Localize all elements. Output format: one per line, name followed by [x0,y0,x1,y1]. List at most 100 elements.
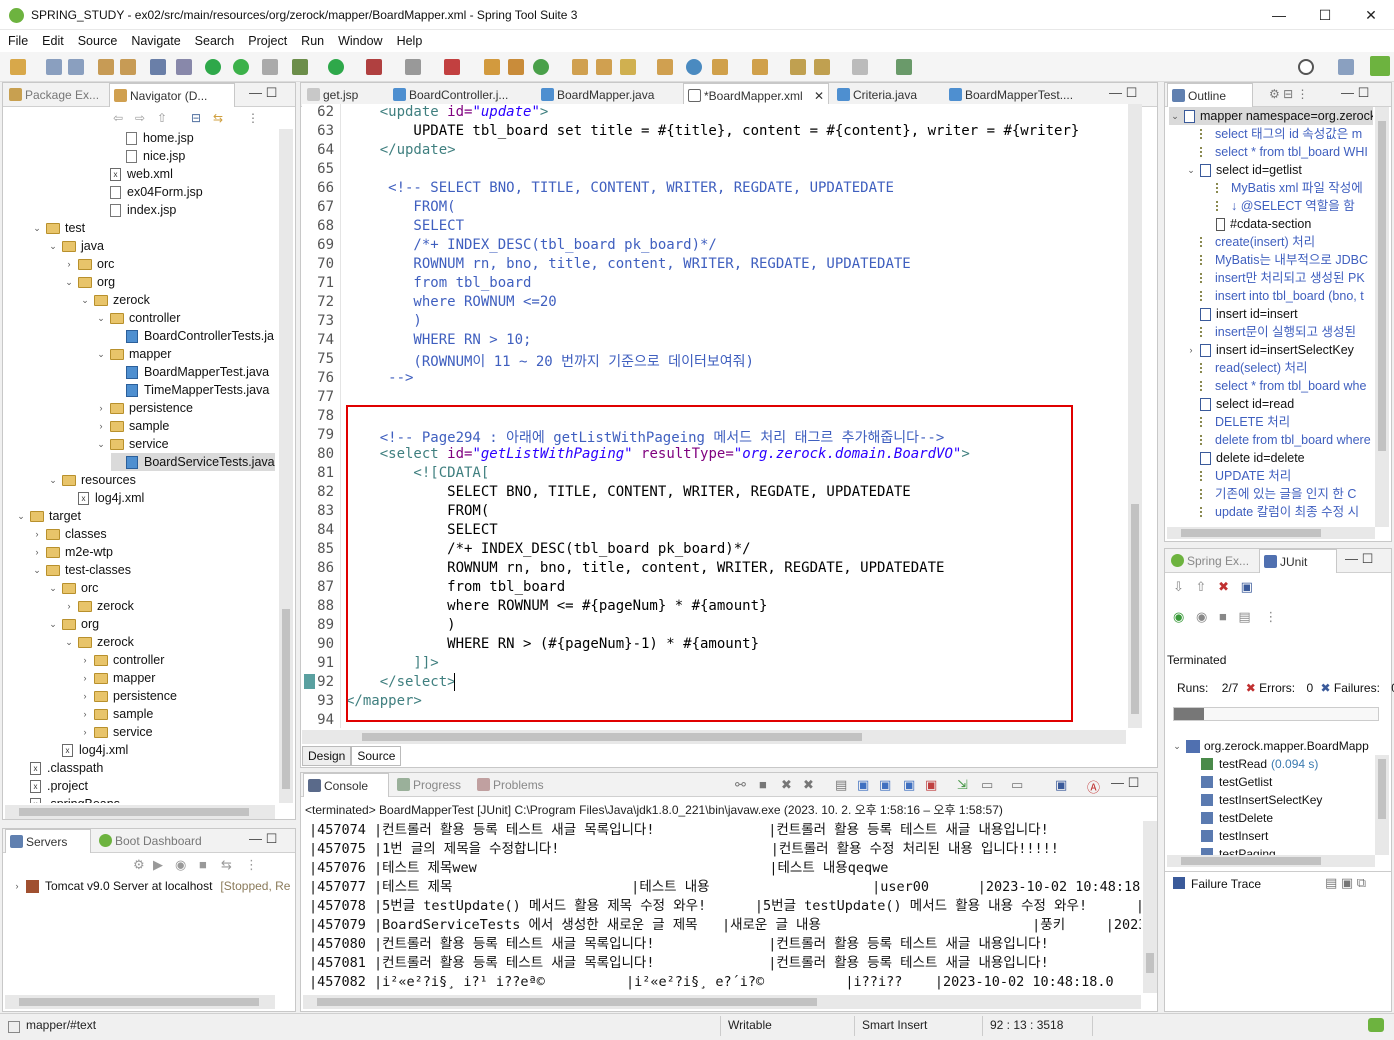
expand-toggle-icon[interactable]: ⌄ [47,471,59,489]
tree-item[interactable]: › mapper [79,669,156,687]
menu-run[interactable]: Run [301,34,324,48]
tree-item[interactable]: ⌄ orc [47,579,98,597]
tree-item[interactable]: TimeMapperTests.java [111,381,269,399]
tab-spring-explorer[interactable]: Spring Ex... [1167,549,1257,573]
forward-icon[interactable] [852,59,868,75]
editor-min-max[interactable]: — ☐ [1109,85,1137,101]
tree-item[interactable]: › persistence [79,687,177,705]
run-icon[interactable] [328,59,344,75]
outline-item[interactable]: delete id=delete [1185,449,1305,467]
new-package-icon[interactable] [508,59,524,75]
spring-icon[interactable]: Ⓐ [1087,777,1100,796]
clear-console-icon[interactable]: ▤ [835,777,847,793]
tab-problems[interactable]: Problems [473,773,557,797]
tab-navigator[interactable]: Navigator (D... [109,83,235,107]
history-icon[interactable]: ▤ [1238,609,1250,624]
minimize-button[interactable]: — [1256,0,1302,30]
menu-edit[interactable]: Edit [42,34,64,48]
outline-vscrollbar[interactable] [1375,107,1389,527]
tree-item[interactable]: › zerock [63,597,134,615]
console-min-max[interactable]: — ☐ [1111,775,1139,791]
menu-source[interactable]: Source [78,34,118,48]
expand-toggle-icon[interactable]: › [79,687,91,705]
external-tools-icon[interactable] [444,59,460,75]
tree-item[interactable]: ⌄ org [63,273,115,291]
outline-item[interactable]: select 태그의 id 속성값은 m [1185,125,1362,143]
tree-item[interactable]: x web.xml [95,165,173,183]
debug-icon[interactable] [292,59,308,75]
profile-server-icon[interactable]: ◉ [175,857,186,873]
console-icon[interactable] [150,59,166,75]
junit-test-item[interactable]: testRead (0.094 s) [1201,755,1318,773]
console-hscrollbar[interactable] [303,995,1141,1009]
junit-test-item[interactable]: testGetlist [1201,773,1272,791]
expand-toggle-icon[interactable]: › [63,597,75,615]
outline-item[interactable]: insert into tbl_board (bno, t [1185,287,1364,305]
last-edit-icon[interactable] [790,59,806,75]
junit-menu-icon[interactable]: ⋮ [1264,609,1277,624]
console-extra-icon[interactable]: ▣ [1055,777,1067,793]
scroll-lock-junit-icon[interactable]: ▣ [1241,579,1253,594]
expand-toggle-icon[interactable]: › [79,651,91,669]
expand-toggle-icon[interactable]: ⌄ [47,237,59,255]
tree-item[interactable]: › persistence [95,399,193,417]
tree-item[interactable]: › sample [95,417,170,435]
menu-window[interactable]: Window [338,34,382,48]
outline-item[interactable]: ⌄ select id=getlist [1185,161,1302,179]
tree-item[interactable]: ⌄ test [31,219,85,237]
tree-item[interactable]: BoardControllerTests.ja [111,327,274,345]
tab-source[interactable]: Source [351,746,402,766]
open-resource-icon[interactable] [657,59,673,75]
servers-view-menu-icon[interactable]: ⋮ [245,857,258,873]
tree-item[interactable]: x .springBeans [15,795,120,803]
boot-run-icon[interactable] [205,59,221,75]
next-annotation-icon[interactable] [712,59,728,75]
display-console-icon[interactable]: ▭ [981,777,993,793]
tree-item[interactable]: index.jsp [95,201,176,219]
tree-item[interactable]: x .classpath [15,759,103,777]
next-failure-icon[interactable]: ⇩ [1173,579,1184,594]
tree-item[interactable]: BoardServiceTests.java [111,453,275,471]
junit-test-item[interactable]: testPaging [1201,845,1276,855]
junit-min-max[interactable]: — ☐ [1345,551,1373,567]
tab-servers[interactable]: Servers [5,829,91,853]
stop-icon[interactable] [405,59,421,75]
restart-icon[interactable] [262,59,278,75]
save-icon[interactable] [46,59,62,75]
expand-toggle-icon[interactable]: › [79,723,91,741]
globe-icon[interactable] [686,59,702,75]
outline-item[interactable]: insert만 처리되고 생성된 PK [1185,269,1365,287]
editor-hscrollbar[interactable] [302,730,1126,744]
junit-hscrollbar[interactable] [1167,855,1375,867]
tree-item[interactable]: ⌄ service [95,435,168,453]
expand-toggle-icon[interactable]: › [79,705,91,723]
outline-item[interactable]: UPDATE 처리 [1185,467,1291,485]
tree-item[interactable]: ⌄ zerock [79,291,150,309]
outline-item[interactable]: insert문이 실행되고 생성된 [1185,323,1356,341]
skip-breakpoints-icon[interactable] [176,59,192,75]
word-wrap-icon[interactable]: ▣ [879,777,891,793]
expand-toggle-icon[interactable]: ⌄ [31,561,43,579]
tree-item[interactable]: ex04Form.jsp [95,183,203,201]
failure-trace-toolbar[interactable]: ▤ ▣ ⧉ [1325,875,1366,891]
show-failures-icon[interactable]: ✖ [1218,579,1229,594]
tab-console[interactable]: Console [303,773,389,797]
expand-toggle-icon[interactable]: ⌄ [95,345,107,363]
tree-item[interactable]: x .project [15,777,88,795]
tree-item[interactable]: ⌄ zerock [63,633,134,651]
tree-item[interactable]: ⌄ controller [95,309,180,327]
tree-item[interactable]: › orc [63,255,115,273]
outline-item[interactable]: insert id=insert [1185,305,1298,323]
open-task-icon[interactable] [572,59,588,75]
expand-toggle-icon[interactable]: ⌄ [31,219,43,237]
prev-annotation-icon[interactable] [752,59,768,75]
expand-toggle-icon[interactable]: › [95,417,107,435]
navigator-vscrollbar[interactable] [279,129,293,803]
outline-item[interactable]: read(select) 처리 [1185,359,1307,377]
tree-item[interactable]: › classes [31,525,107,543]
tree-item[interactable]: home.jsp [111,129,194,147]
expand-toggle-icon[interactable]: ⌄ [95,435,107,453]
spring-perspective-icon[interactable] [1370,56,1390,76]
save-all-icon[interactable] [68,59,84,75]
outline-item[interactable]: create(insert) 처리 [1185,233,1315,251]
